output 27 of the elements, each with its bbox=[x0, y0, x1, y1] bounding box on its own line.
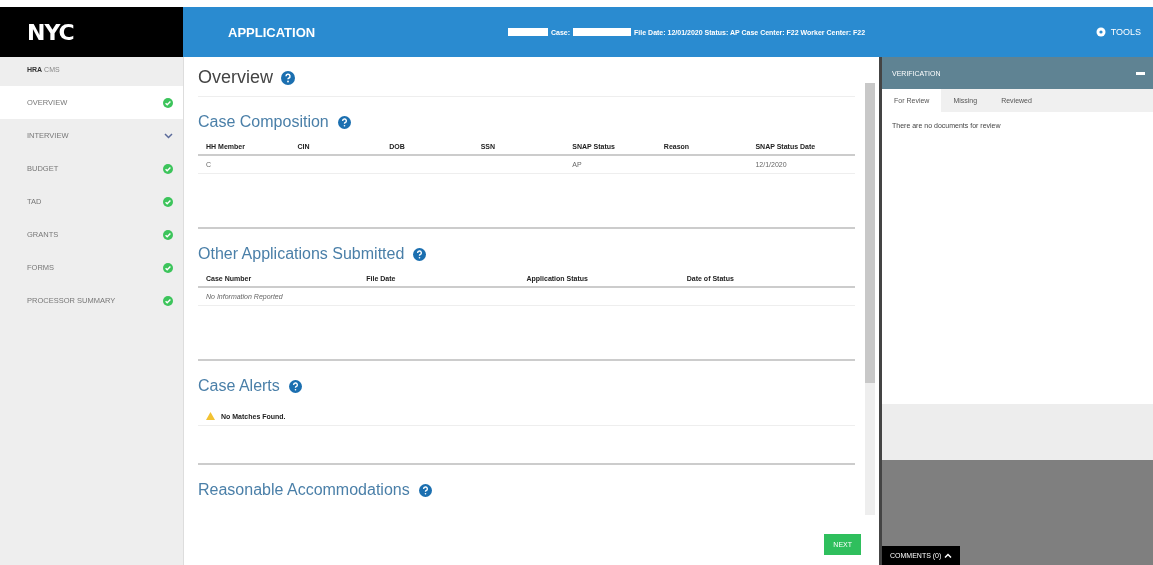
section-title: Case Composition bbox=[198, 113, 329, 131]
check-icon bbox=[163, 97, 173, 108]
section-title: Reasonable Accommodations bbox=[198, 481, 410, 499]
help-icon[interactable] bbox=[413, 247, 427, 261]
minimize-icon[interactable] bbox=[1136, 71, 1145, 75]
redaction-mark bbox=[573, 28, 632, 36]
redaction-mark bbox=[508, 28, 548, 36]
check-icon bbox=[163, 163, 173, 174]
section-title: Other Applications Submitted bbox=[198, 245, 405, 263]
page-title: APPLICATION bbox=[228, 24, 317, 40]
help-icon[interactable] bbox=[281, 70, 295, 85]
check-icon bbox=[163, 295, 173, 306]
check-icon bbox=[163, 229, 173, 240]
help-icon[interactable] bbox=[418, 483, 432, 497]
section-title: Case Alerts bbox=[198, 377, 280, 395]
gear-icon bbox=[1095, 27, 1106, 37]
warning-icon bbox=[206, 412, 215, 420]
tools-button[interactable]: TOOLS bbox=[1093, 25, 1143, 39]
page-heading: Overview bbox=[198, 67, 273, 88]
help-icon[interactable] bbox=[288, 379, 302, 393]
caret-icon bbox=[944, 553, 953, 558]
check-icon bbox=[163, 196, 173, 207]
chevron-icon bbox=[164, 132, 173, 139]
check-icon bbox=[163, 262, 173, 273]
logo: NYC bbox=[0, 7, 183, 57]
help-icon[interactable] bbox=[337, 115, 351, 129]
scrollbar[interactable] bbox=[865, 83, 875, 515]
